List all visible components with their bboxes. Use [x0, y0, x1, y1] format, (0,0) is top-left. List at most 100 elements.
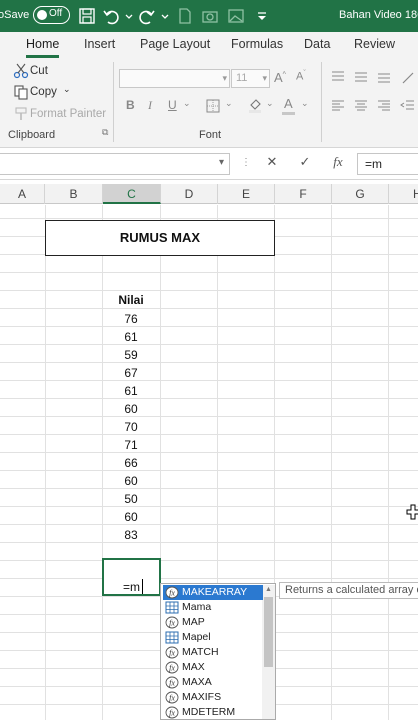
copy-dropdown-icon[interactable]: ⌄	[63, 84, 71, 95]
grid-column-line	[388, 205, 389, 720]
value-cell[interactable]: 60	[102, 400, 160, 418]
autocomplete-scrollbar[interactable]: ▲	[262, 585, 275, 719]
autocomplete-item[interactable]: fx MATCH	[163, 645, 263, 660]
insert-function-icon[interactable]: fx	[327, 154, 349, 174]
align-middle-icon[interactable]	[353, 69, 369, 85]
value-cell[interactable]: 71	[102, 436, 160, 454]
decrease-indent-icon[interactable]	[400, 98, 416, 114]
enter-icon[interactable]: ✓	[294, 154, 316, 174]
value-cell[interactable]: 60	[102, 508, 160, 526]
align-right-icon[interactable]	[376, 98, 392, 114]
image-icon[interactable]	[227, 7, 245, 25]
underline-icon[interactable]: U	[168, 98, 177, 112]
camera-icon[interactable]	[201, 7, 219, 25]
format-painter-icon[interactable]	[13, 106, 29, 122]
bold-icon[interactable]: B	[126, 98, 135, 112]
value-cell[interactable]: 83	[102, 526, 160, 544]
value-cell[interactable]: 61	[102, 328, 160, 346]
autocomplete-item-label: Mama	[182, 601, 212, 613]
italic-icon[interactable]: I	[148, 98, 152, 113]
svg-text:fx: fx	[169, 694, 175, 703]
value-cell[interactable]: 50	[102, 490, 160, 508]
column-header-g[interactable]: G	[332, 184, 389, 204]
autosave-toggle[interactable]: Off	[33, 6, 70, 24]
shrink-font-icon[interactable]: Aˇ	[296, 70, 306, 83]
scrollbar-thumb[interactable]	[264, 597, 273, 667]
value-cell[interactable]: 61	[102, 382, 160, 400]
tab-home[interactable]: Home	[26, 37, 59, 51]
formula-input[interactable]: =m	[357, 153, 418, 175]
orientation-icon[interactable]	[400, 69, 416, 85]
autocomplete-item[interactable]: Mama	[163, 600, 263, 615]
borders-dropdown-icon[interactable]: ⌄	[225, 98, 233, 109]
grow-font-icon[interactable]: A^	[274, 70, 286, 85]
font-size-value: 11	[236, 72, 248, 84]
scroll-up-icon[interactable]: ▲	[265, 586, 272, 593]
column-header-a[interactable]: A	[0, 184, 45, 204]
cut-button[interactable]: Cut	[30, 65, 48, 77]
customize-toolbar-icon[interactable]	[253, 7, 267, 25]
borders-icon[interactable]	[205, 98, 221, 114]
autocomplete-item[interactable]: fx MAXIFS	[163, 690, 263, 705]
align-left-icon[interactable]	[330, 98, 346, 114]
value-cell[interactable]: 59	[102, 346, 160, 364]
nilai-header-cell[interactable]: Nilai	[102, 291, 160, 309]
tab-insert[interactable]: Insert	[84, 37, 115, 51]
autocomplete-item[interactable]: fx MAX	[163, 660, 263, 675]
copy-button[interactable]: Copy	[30, 86, 57, 98]
column-headers: A B C D E F G H	[0, 184, 418, 204]
grid-row-line	[0, 362, 418, 363]
formula-autocomplete[interactable]: ▲ fx MAKEARRAY Mama fx MAP Mapel fx MATCH fx MAX f…	[160, 583, 276, 720]
tab-review[interactable]: Review	[354, 37, 395, 51]
scissors-icon[interactable]	[13, 63, 29, 79]
autocomplete-item[interactable]: fx MAXA	[163, 675, 263, 690]
autocomplete-item[interactable]: fx MAKEARRAY	[163, 585, 263, 600]
tab-data[interactable]: Data	[304, 37, 330, 51]
undo-dropdown-icon[interactable]	[120, 7, 133, 25]
font-color-icon[interactable]: A	[284, 96, 293, 111]
value-cell[interactable]: 66	[102, 454, 160, 472]
save-icon[interactable]	[78, 7, 96, 25]
function-tooltip: Returns a calculated array of	[279, 582, 418, 599]
active-cell[interactable]: =m	[102, 558, 161, 596]
value-cell[interactable]: 60	[102, 472, 160, 490]
font-name-box[interactable]: ▾	[119, 69, 230, 88]
clipboard-launcher-icon[interactable]: ⧉	[102, 127, 108, 138]
align-top-icon[interactable]	[330, 69, 346, 85]
autocomplete-item[interactable]: fx MDETERM	[163, 705, 263, 720]
grid-row-line	[0, 416, 418, 417]
new-file-icon[interactable]	[176, 7, 194, 25]
underline-dropdown-icon[interactable]: ⌄	[183, 98, 191, 109]
font-size-box[interactable]: 11 ▾	[231, 69, 270, 88]
redo-dropdown-icon[interactable]	[156, 7, 169, 25]
tab-page-layout[interactable]: Page Layout	[140, 37, 210, 51]
function-icon: fx	[165, 706, 179, 719]
merged-title-cell[interactable]: RUMUS MAX	[45, 220, 275, 256]
fill-color-icon[interactable]	[247, 97, 263, 113]
svg-text:fx: fx	[169, 709, 175, 718]
format-painter-button[interactable]: Format Painter	[30, 108, 106, 120]
undo-icon[interactable]	[102, 7, 120, 25]
column-header-f[interactable]: F	[275, 184, 332, 204]
tab-formulas[interactable]: Formulas	[231, 37, 283, 51]
font-color-dropdown-icon[interactable]: ⌄	[301, 98, 309, 109]
column-header-e[interactable]: E	[218, 184, 275, 204]
autocomplete-item[interactable]: Mapel	[163, 630, 263, 645]
autocomplete-item-label: MAXA	[182, 676, 212, 688]
column-header-c[interactable]: C	[103, 184, 161, 204]
redo-icon[interactable]	[138, 7, 156, 25]
value-cell[interactable]: 70	[102, 418, 160, 436]
align-bottom-icon[interactable]	[376, 69, 392, 85]
fill-color-dropdown-icon[interactable]: ⌄	[266, 98, 274, 109]
value-cell[interactable]: 76	[102, 310, 160, 328]
column-header-b[interactable]: B	[45, 184, 103, 204]
autocomplete-item[interactable]: fx MAP	[163, 615, 263, 630]
name-box[interactable]: ▾	[0, 153, 230, 175]
column-header-h[interactable]: H	[389, 184, 418, 204]
align-center-icon[interactable]	[353, 98, 369, 114]
copy-icon[interactable]	[13, 84, 29, 100]
value-cell[interactable]: 67	[102, 364, 160, 382]
document-title: Bahan Video 186	[339, 9, 418, 21]
column-header-d[interactable]: D	[161, 184, 218, 204]
cancel-icon[interactable]: ✕	[261, 154, 283, 174]
